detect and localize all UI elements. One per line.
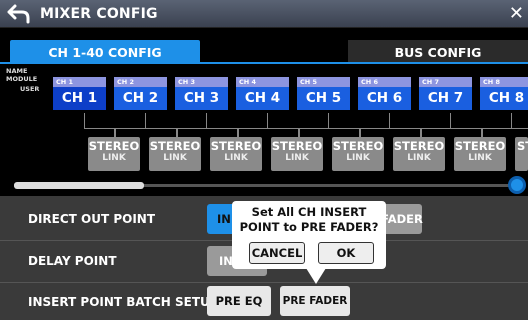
link-bracket: [206, 113, 268, 129]
insert-point-batch-row: INSERT POINT BATCH SETUP PRE EQ PRE FADE…: [0, 283, 528, 320]
title-bar: MIXER CONFIG ✕: [0, 0, 528, 28]
channel-card-7[interactable]: CH 7 CH 7: [419, 77, 472, 110]
link-bracket: [511, 113, 528, 129]
delay-point-label: DELAY POINT: [28, 254, 117, 268]
link-bracket: [450, 113, 512, 129]
channel-user-name: CH 3: [175, 87, 228, 110]
stereo-link-sublabel: LINK: [468, 153, 492, 163]
channel-user-name: CH 7: [419, 87, 472, 110]
link-bracket-stem: [420, 129, 422, 137]
confirm-dialog: Set All CH INSERT POINT to PRE FADER? CA…: [232, 201, 386, 269]
channel-card-1[interactable]: CH 1 CH 1: [53, 77, 106, 110]
stereo-link-label: STEREO: [454, 139, 506, 153]
stereo-link-button-7-8[interactable]: STEREO LINK: [454, 137, 506, 171]
stereo-link-button-2-3[interactable]: STEREO LINK: [149, 137, 201, 171]
channel-card-3[interactable]: CH 3 CH 3: [175, 77, 228, 110]
channel-user-name: CH 5: [297, 87, 350, 110]
stereo-link-label: ST: [517, 139, 528, 153]
link-bracket-stem: [237, 129, 239, 137]
module-label: MODULE: [6, 74, 38, 83]
channel-module-name: CH 2: [114, 77, 167, 87]
stereo-link-label: STEREO: [332, 139, 384, 153]
stereo-link-sublabel: LINK: [163, 153, 187, 163]
pre-eq-button[interactable]: PRE EQ: [207, 286, 271, 316]
link-bracket: [328, 113, 390, 129]
channel-card-6[interactable]: CH 6 CH 6: [358, 77, 411, 110]
scroll-knob-icon[interactable]: [508, 176, 526, 194]
tab-underline: [0, 62, 528, 64]
dialog-message-line2: POINT to PRE FADER?: [239, 220, 379, 234]
channel-module-name: CH 7: [419, 77, 472, 87]
channel-module-name: CH 6: [358, 77, 411, 87]
link-bracket-stem: [359, 129, 361, 137]
channel-module-name: CH 3: [175, 77, 228, 87]
stereo-link-sublabel: LINK: [102, 153, 126, 163]
channel-user-name: CH 1: [53, 87, 106, 110]
stereo-link-button-3-4[interactable]: STEREO LINK: [210, 137, 262, 171]
stereo-link-sublabel: LINK: [224, 153, 248, 163]
channel-row-labels: NAME MODULE USER: [6, 67, 40, 94]
stereo-link-button-6-7[interactable]: STEREO LINK: [393, 137, 445, 171]
link-bracket: [389, 113, 451, 129]
stereo-link-button-1-2[interactable]: STEREO LINK: [88, 137, 140, 171]
link-bracket: [267, 113, 329, 129]
stereo-link-button-8-9[interactable]: ST: [515, 137, 528, 171]
stereo-link-sublabel: LINK: [285, 153, 309, 163]
tab-bus-config[interactable]: BUS CONFIG: [348, 40, 528, 64]
tab-ch-config[interactable]: CH 1-40 CONFIG: [10, 40, 200, 64]
stereo-link-label: STEREO: [210, 139, 262, 153]
dialog-message: Set All CH INSERT POINT to PRE FADER?: [232, 205, 386, 235]
channel-user-name: CH 2: [114, 87, 167, 110]
stereo-link-label: STEREO: [271, 139, 323, 153]
insert-point-batch-label: INSERT POINT BATCH SETUP: [28, 295, 219, 309]
tab-bar: CH 1-40 CONFIG BUS CONFIG: [0, 40, 528, 64]
stereo-link-label: STEREO: [149, 139, 201, 153]
stereo-link-button-5-6[interactable]: STEREO LINK: [332, 137, 384, 171]
channel-user-name: CH 8: [480, 87, 528, 110]
user-label: USER: [20, 85, 40, 93]
ok-button[interactable]: OK: [318, 242, 374, 264]
link-bracket-stem: [176, 129, 178, 137]
direct-out-option-2[interactable]: FADER: [381, 204, 423, 234]
link-bracket-stem: [481, 129, 483, 137]
channel-module-name: CH 8: [480, 77, 528, 87]
channel-user-name: CH 6: [358, 87, 411, 110]
back-arrow-icon[interactable]: [6, 4, 32, 24]
link-bracket: [145, 113, 207, 129]
link-bracket-stem: [114, 129, 116, 137]
stereo-link-sublabel: LINK: [407, 153, 431, 163]
channel-user-name: CH 4: [236, 87, 289, 110]
channel-module-name: CH 4: [236, 77, 289, 87]
direct-out-point-label: DIRECT OUT POINT: [28, 212, 156, 226]
cancel-button[interactable]: CANCEL: [249, 242, 305, 264]
page-title: MIXER CONFIG: [40, 6, 158, 22]
close-icon[interactable]: ✕: [509, 3, 524, 24]
channel-card-5[interactable]: CH 5 CH 5: [297, 77, 350, 110]
channel-module-name: CH 5: [297, 77, 350, 87]
link-bracket: [84, 113, 146, 129]
stereo-link-sublabel: LINK: [346, 153, 370, 163]
dialog-pointer: [306, 268, 326, 284]
channel-card-4[interactable]: CH 4 CH 4: [236, 77, 289, 110]
scrollbar-thumb[interactable]: [14, 182, 144, 189]
stereo-link-label: STEREO: [393, 139, 445, 153]
channel-module-name: CH 1: [53, 77, 106, 87]
channel-card-2[interactable]: CH 2 CH 2: [114, 77, 167, 110]
stereo-link-button-4-5[interactable]: STEREO LINK: [271, 137, 323, 171]
link-bracket-stem: [298, 129, 300, 137]
stereo-link-label: STEREO: [88, 139, 140, 153]
pre-fader-button[interactable]: PRE FADER: [280, 286, 350, 316]
channel-card-8[interactable]: CH 8 CH 8: [480, 77, 528, 110]
dialog-message-line1: Set All CH INSERT: [251, 205, 367, 219]
